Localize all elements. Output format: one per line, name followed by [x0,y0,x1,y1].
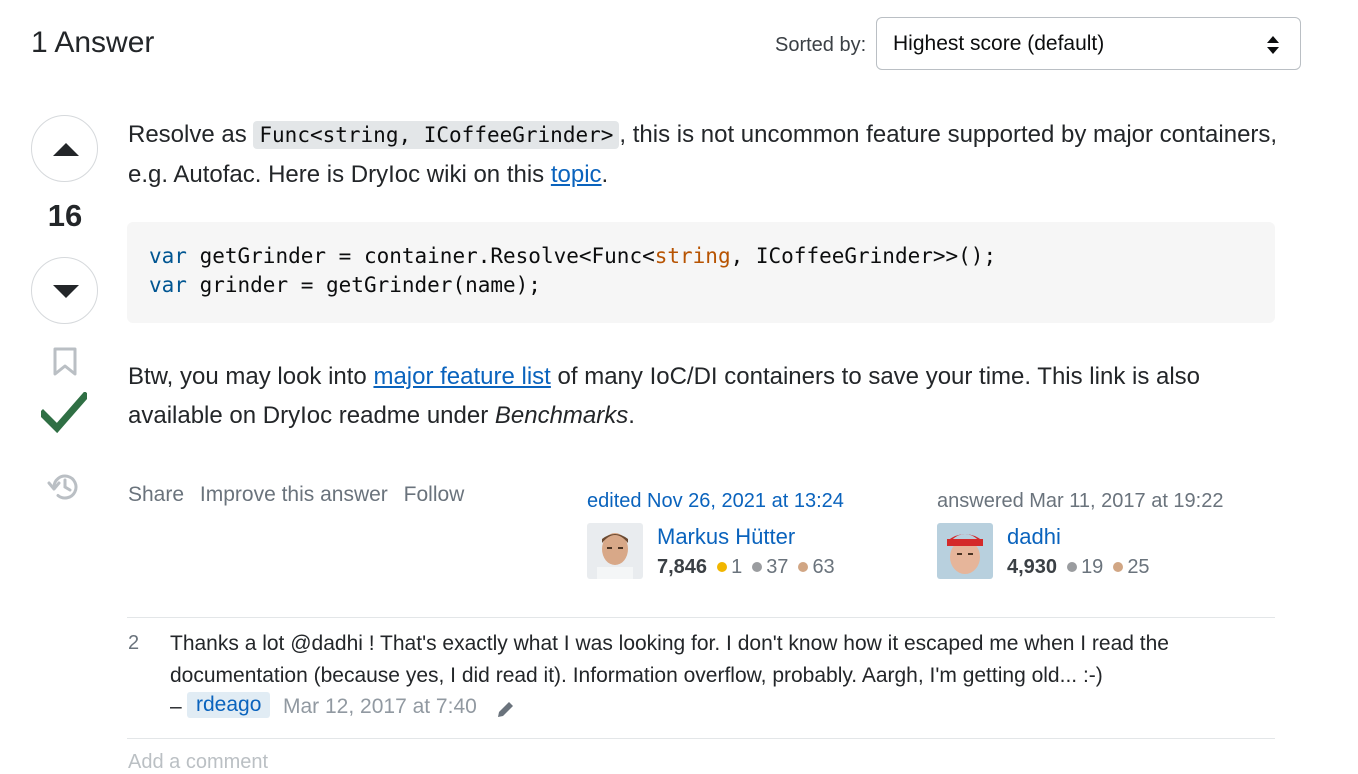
comment-score: 2 [128,632,140,654]
select-arrows-icon [1267,36,1279,54]
topic-link[interactable]: topic [551,161,602,188]
history-icon[interactable] [47,471,81,503]
vote-score: 16 [47,198,83,233]
bookmark-icon[interactable] [53,347,77,377]
answers-count: 1 Answer [31,26,155,59]
author-avatar[interactable] [937,523,993,579]
sorted-by-label: Sorted by: [775,34,867,56]
sort-select[interactable]: Highest score (default) [876,17,1301,70]
silver-badge-icon [752,562,763,573]
bronze-badge-icon [798,562,809,573]
downvote-button[interactable] [31,257,98,324]
gold-badge-icon [717,562,728,573]
editor-avatar[interactable] [587,523,643,579]
answer-body: Resolve as Func<string, ICoffeeGrinder>,… [128,115,1278,194]
comment-text: Thanks a lot @dadhi ! That's exactly wha… [170,632,1169,687]
sort-select-value: Highest score (default) [893,32,1105,55]
editor-reputation: 7,846 1 37 63 [657,556,835,578]
editor-name[interactable]: Markus Hütter [657,524,795,550]
follow-link[interactable]: Follow [404,483,465,506]
code-block: var getGrinder = container.Resolve<Func<… [127,222,1275,323]
upvote-button[interactable] [31,115,98,182]
code-line-1: var getGrinder = container.Resolve<Func<… [149,244,997,268]
author-name[interactable]: dadhi [1007,524,1061,550]
answer-paragraph-2: Btw, you may look into major feature lis… [128,363,1201,429]
silver-badge-icon [1067,562,1078,573]
feature-list-link[interactable]: major feature list [373,363,550,390]
comments-divider [127,617,1275,618]
comment-dash: – [170,695,182,718]
edited-timestamp[interactable]: edited Nov 26, 2021 at 13:24 [587,490,844,513]
comment-date[interactable]: Mar 12, 2017 at 7:40 [283,695,477,719]
comments-bottom-divider [127,738,1275,739]
answer-paragraph-1: Resolve as Func<string, ICoffeeGrinder>,… [128,121,1278,188]
code-line-2: var grinder = getGrinder(name); [149,273,541,297]
editor-avatar-image [587,523,643,579]
arrow-down-icon [53,285,79,298]
improve-answer-link[interactable]: Improve this answer [200,483,388,506]
bronze-badge-icon [1113,562,1124,573]
arrow-up-icon [53,143,79,156]
accepted-check-icon [41,392,87,434]
post-menu: Share Improve this answer Follow [128,483,474,507]
add-comment-link[interactable]: Add a comment [128,751,268,774]
share-link[interactable]: Share [128,483,184,506]
author-reputation: 4,930 19 25 [1007,556,1150,578]
pencil-icon [498,702,513,717]
answered-timestamp: answered Mar 11, 2017 at 19:22 [937,490,1224,512]
inline-code: Func<string, ICoffeeGrinder> [253,121,620,149]
comment-user-link[interactable]: rdeago [187,692,271,718]
author-avatar-image [937,523,993,579]
